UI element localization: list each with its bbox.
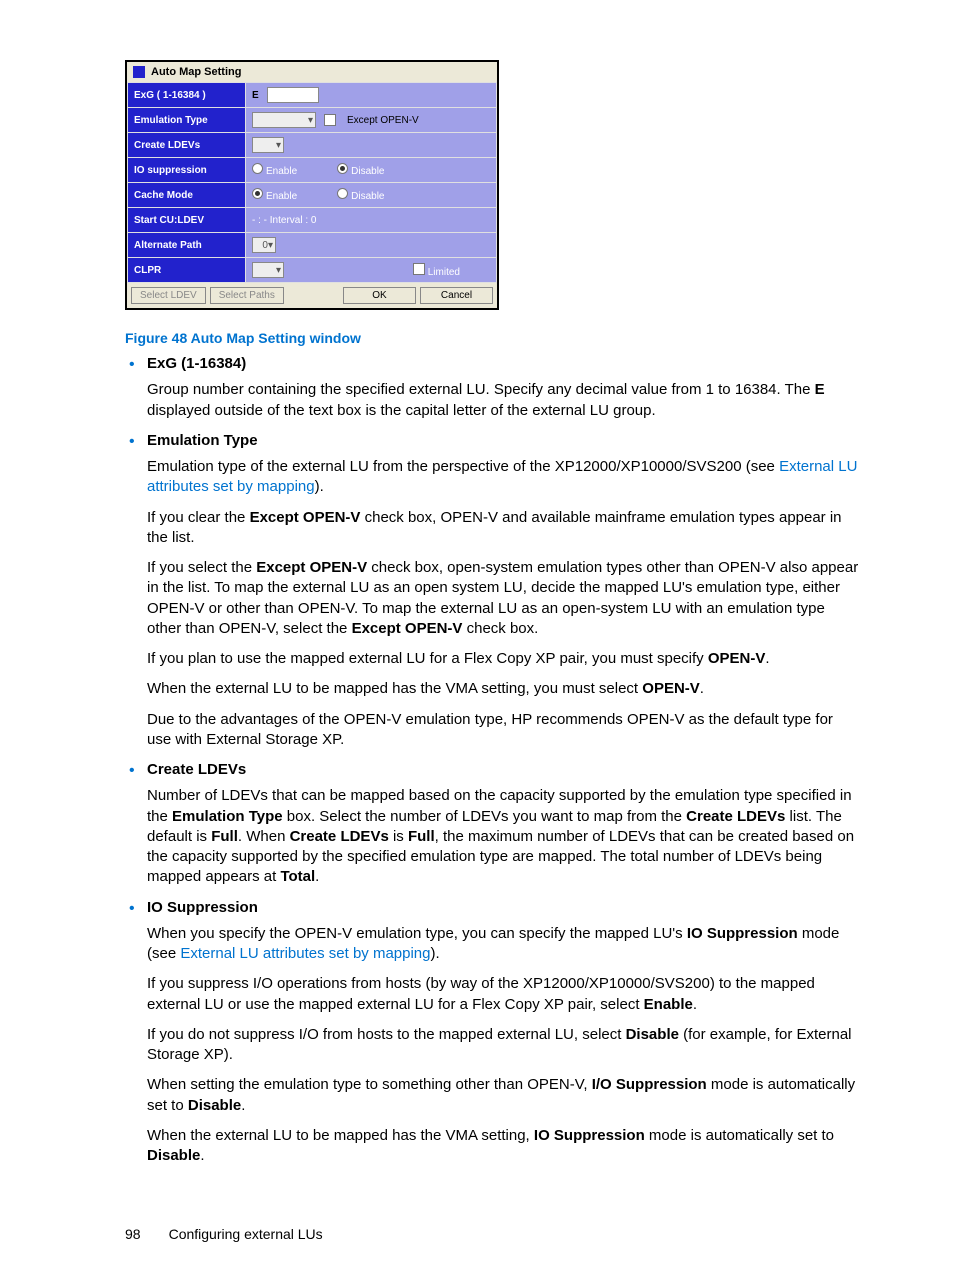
alternate-path-label: Alternate Path [128,233,246,258]
exg-prefix: E [252,90,259,101]
limited-checkbox[interactable] [413,263,425,275]
exg-input[interactable] [267,87,319,103]
dialog-title-text: Auto Map Setting [151,66,241,78]
io-suppression-label: IO suppression [128,158,246,183]
page-footer: 98 Configuring external LUs [125,1226,859,1242]
link-external-lu-attributes-2[interactable]: External LU attributes set by mapping [180,945,430,962]
create-ldevs-label: Create LDEVs [128,133,246,158]
create-ldevs-term: Create LDEVs [147,760,859,780]
item-io-suppression: IO Suppression When you specify the OPEN… [147,898,859,1167]
cache-disable-radio[interactable] [337,188,348,199]
create-ldevs-dropdown[interactable]: ▾ [252,137,284,153]
io-suppression-term: IO Suppression [147,898,859,918]
item-exg: ExG (1-16384) Group number containing th… [147,354,859,421]
start-culdev-label: Start CU:LDEV [128,208,246,233]
clpr-label: CLPR [128,258,246,283]
io-disable-radio[interactable] [337,163,348,174]
alternate-path-dropdown[interactable]: 0▾ [252,237,276,253]
io-enable-radio[interactable] [252,163,263,174]
except-openv-label: Except OPEN-V [347,115,419,126]
emulation-term: Emulation Type [147,431,859,451]
cancel-button[interactable]: Cancel [420,287,493,304]
item-create-ldevs: Create LDEVs Number of LDEVs that can be… [147,760,859,888]
emulation-type-dropdown[interactable]: ▾ [252,112,316,128]
emulation-type-label: Emulation Type [128,108,246,133]
clpr-dropdown[interactable]: ▾ [252,262,284,278]
cache-mode-label: Cache Mode [128,183,246,208]
io-disable-text: Disable [351,166,384,177]
limited-label: Limited [428,267,460,278]
exg-label: ExG ( 1-16384 ) [128,83,246,108]
dialog-title-icon [133,66,145,78]
exg-term: ExG (1-16384) [147,354,859,374]
figure-caption: Figure 48 Auto Map Setting window [125,330,859,346]
except-openv-checkbox[interactable] [324,114,336,126]
cache-enable-radio[interactable] [252,188,263,199]
auto-map-setting-dialog: Auto Map Setting ExG ( 1-16384 ) E Emula… [125,60,499,310]
page-number: 98 [125,1226,141,1242]
chapter-title: Configuring external LUs [169,1226,323,1242]
item-emulation-type: Emulation Type Emulation type of the ext… [147,431,859,750]
select-ldev-button[interactable]: Select LDEV [131,287,206,304]
ok-button[interactable]: OK [343,287,416,304]
start-culdev-value: - : - Interval : 0 [252,215,316,226]
select-paths-button[interactable]: Select Paths [210,287,284,304]
cache-enable-text: Enable [266,191,297,202]
cache-disable-text: Disable [351,191,384,202]
io-enable-text: Enable [266,166,297,177]
dialog-title: Auto Map Setting [127,62,497,82]
